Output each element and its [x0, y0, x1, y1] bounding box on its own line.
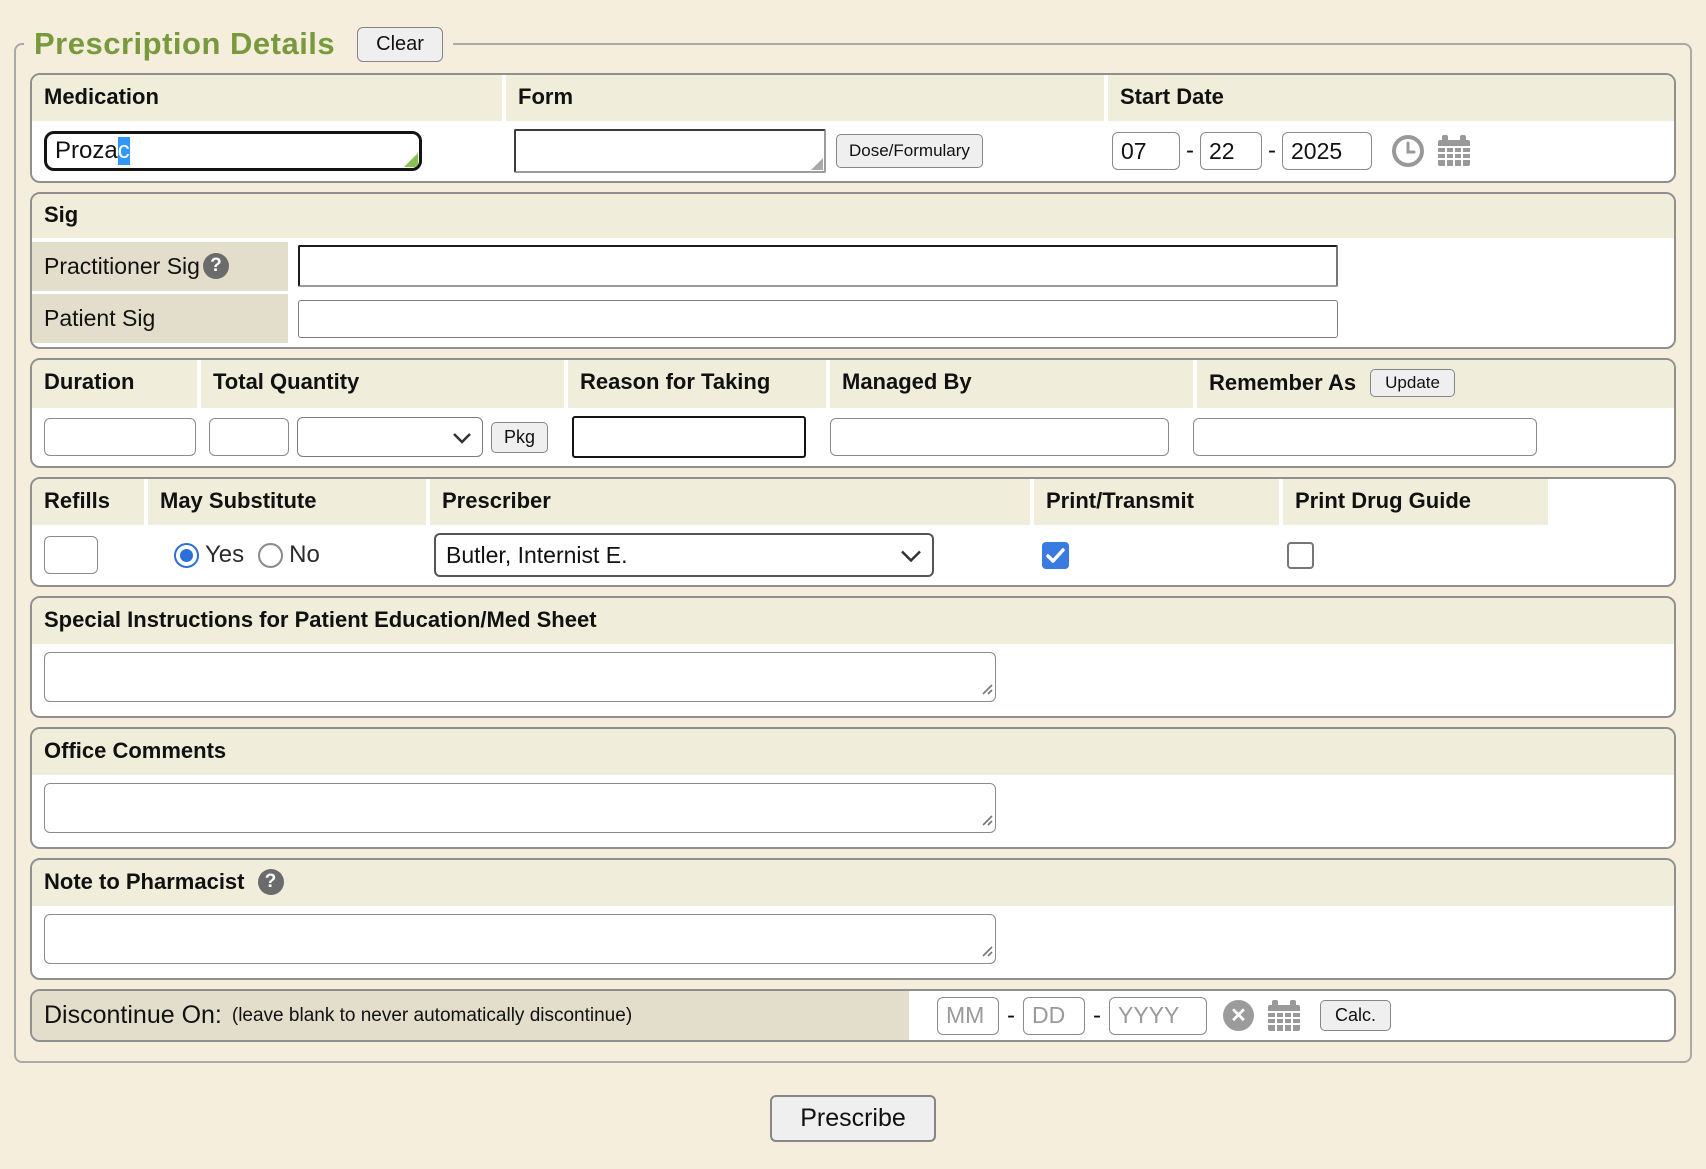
discontinue-section: Discontinue On: (leave blank to never au… [30, 989, 1676, 1042]
calendar-icon[interactable] [1266, 998, 1304, 1034]
refills-label: Refills [32, 479, 144, 525]
total-quantity-input[interactable] [209, 418, 289, 456]
start-date-year-input[interactable] [1282, 132, 1372, 170]
refills-section: Refills May Substitute Prescriber Print/… [30, 477, 1676, 587]
start-date-month-input[interactable] [1112, 132, 1180, 170]
note-to-pharmacist-textarea[interactable] [44, 914, 996, 964]
calc-button[interactable]: Calc. [1320, 1000, 1391, 1031]
pkg-button[interactable]: Pkg [491, 422, 548, 453]
refills-input[interactable] [44, 536, 98, 574]
managed-by-label: Managed By [830, 360, 1193, 408]
office-comments-header: Office Comments [32, 729, 1674, 775]
special-instructions-textarea[interactable] [44, 652, 996, 702]
yes-label: Yes [205, 541, 244, 569]
duration-label: Duration [32, 360, 197, 408]
discontinue-day-input[interactable] [1023, 997, 1085, 1035]
dose-formulary-button[interactable]: Dose/Formulary [836, 134, 983, 168]
medication-label: Medication [32, 75, 502, 121]
prescriber-select[interactable]: Butler, Internist E. [434, 533, 934, 577]
prescribe-button[interactable]: Prescribe [770, 1095, 936, 1142]
special-instructions-section: Special Instructions for Patient Educati… [30, 596, 1676, 718]
medication-input[interactable]: Prozac [44, 131, 422, 171]
help-icon[interactable]: ? [203, 253, 229, 279]
check-icon [1046, 548, 1065, 563]
patient-sig-label: Patient Sig [44, 305, 155, 332]
practitioner-sig-input[interactable] [298, 245, 1338, 287]
prescription-details-panel: Prescription Details Clear Medication Fo… [14, 26, 1692, 1063]
no-label: No [289, 541, 320, 569]
date-separator: - [1186, 137, 1194, 165]
clear-date-icon[interactable]: ✕ [1223, 1000, 1254, 1031]
duration-input[interactable] [44, 418, 196, 456]
start-date-label: Start Date [1108, 75, 1674, 121]
page-title: Prescription Details [34, 26, 335, 62]
medication-selected-text: c [118, 137, 130, 165]
remember-as-input[interactable] [1193, 418, 1537, 456]
form-label: Form [506, 75, 1104, 121]
date-separator: - [1268, 137, 1276, 165]
note-to-pharmacist-section: Note to Pharmacist ? [30, 858, 1676, 980]
resize-grip-icon[interactable] [978, 680, 993, 700]
total-quantity-unit-select[interactable] [297, 417, 483, 457]
remember-as-header: Remember As Update [1197, 360, 1674, 408]
patient-sig-label-cell: Patient Sig [32, 294, 288, 343]
print-drug-guide-label: Print Drug Guide [1283, 479, 1548, 525]
special-instructions-header: Special Instructions for Patient Educati… [32, 598, 1674, 644]
prescriber-value: Butler, Internist E. [446, 542, 628, 569]
sig-header: Sig [32, 194, 1674, 238]
clear-button[interactable]: Clear [357, 27, 443, 62]
start-date-day-input[interactable] [1200, 132, 1262, 170]
sig-section: Sig Practitioner Sig ? Patient Sig [30, 192, 1676, 349]
chevron-down-icon [452, 424, 472, 450]
remember-as-label: Remember As [1209, 370, 1356, 396]
discontinue-label-cell: Discontinue On: (leave blank to never au… [32, 991, 909, 1040]
office-comments-section: Office Comments [30, 727, 1676, 849]
discontinue-label: Discontinue On: [44, 1001, 222, 1030]
prescriber-label: Prescriber [430, 479, 1030, 525]
panel-legend: Prescription Details Clear [24, 26, 453, 62]
duration-section: Duration Total Quantity Reason for Takin… [30, 358, 1676, 468]
practitioner-sig-label-cell: Practitioner Sig ? [32, 242, 288, 291]
form-input[interactable] [514, 129, 826, 173]
date-separator: - [1007, 1002, 1015, 1030]
resize-grip-icon[interactable] [978, 942, 993, 962]
medication-text: Proza [55, 137, 118, 165]
note-to-pharmacist-header: Note to Pharmacist ? [32, 860, 1674, 906]
help-icon[interactable]: ? [258, 869, 284, 895]
print-transmit-label: Print/Transmit [1034, 479, 1279, 525]
print-drug-guide-checkbox[interactable] [1287, 542, 1314, 569]
managed-by-input[interactable] [830, 418, 1169, 456]
may-substitute-no-radio[interactable] [258, 543, 283, 568]
reason-for-taking-input[interactable] [572, 416, 806, 458]
reason-for-taking-label: Reason for Taking [568, 360, 826, 408]
print-transmit-checkbox[interactable] [1042, 542, 1069, 569]
total-quantity-label: Total Quantity [201, 360, 564, 408]
medication-section: Medication Form Start Date Prozac Dose/F… [30, 73, 1676, 183]
date-separator: - [1093, 1002, 1101, 1030]
discontinue-month-input[interactable] [937, 997, 999, 1035]
patient-sig-input[interactable] [298, 300, 1338, 338]
practitioner-sig-label: Practitioner Sig [44, 253, 200, 280]
clock-icon[interactable] [1390, 133, 1426, 169]
discontinue-year-input[interactable] [1109, 997, 1207, 1035]
discontinue-hint: (leave blank to never automatically disc… [232, 1005, 632, 1027]
may-substitute-yes-radio[interactable] [174, 543, 199, 568]
update-button[interactable]: Update [1370, 369, 1455, 397]
chevron-down-icon [900, 542, 922, 569]
resize-grip-icon[interactable] [978, 811, 993, 831]
note-to-pharmacist-label: Note to Pharmacist [44, 869, 245, 895]
resize-grip-icon [811, 158, 823, 170]
calendar-icon[interactable] [1436, 133, 1474, 169]
may-substitute-label: May Substitute [148, 479, 426, 525]
office-comments-textarea[interactable] [44, 783, 996, 833]
resize-grip-icon [404, 153, 418, 167]
